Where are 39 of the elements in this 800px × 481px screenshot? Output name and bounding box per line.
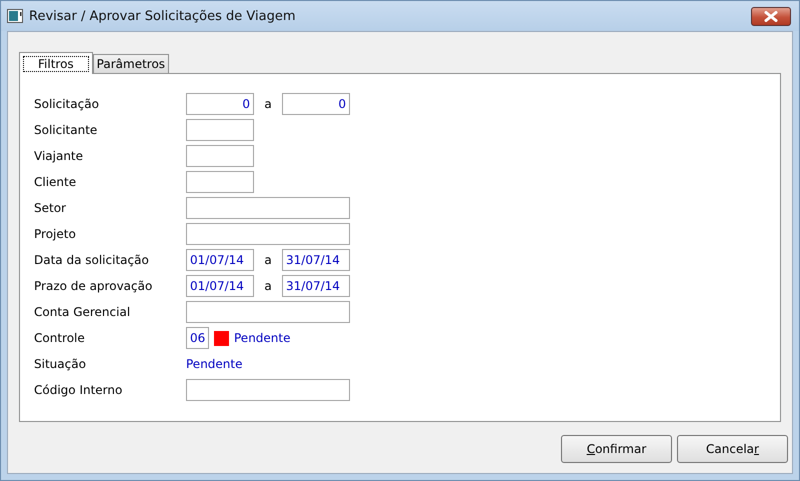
field-label: Viajante bbox=[34, 149, 84, 163]
field-label: Solicitante bbox=[34, 123, 98, 137]
field-label: Situação bbox=[34, 357, 87, 371]
input-field[interactable] bbox=[186, 119, 254, 141]
input-field[interactable] bbox=[186, 171, 254, 193]
dialog-button[interactable]: Cancelar bbox=[677, 434, 788, 462]
field-label: Solicitação bbox=[34, 97, 100, 111]
input-field[interactable]: 06 bbox=[186, 327, 209, 349]
dialog-button[interactable]: Confirmar bbox=[561, 434, 672, 462]
field-label: Código Interno bbox=[34, 383, 124, 397]
input-field[interactable]: 31/07/14 bbox=[282, 275, 350, 297]
close-button[interactable] bbox=[751, 6, 791, 26]
input-field[interactable] bbox=[186, 145, 254, 167]
field-label: Setor bbox=[34, 201, 67, 215]
status-text: Pendente bbox=[186, 357, 242, 371]
field-label: Projeto bbox=[34, 227, 77, 241]
input-field[interactable]: 0 bbox=[282, 93, 350, 115]
field-label: Controle bbox=[34, 331, 86, 345]
tab[interactable]: Filtros bbox=[19, 52, 93, 74]
field-label: Prazo de aprovação bbox=[34, 279, 154, 293]
input-field[interactable]: 0 bbox=[186, 93, 254, 115]
input-field[interactable]: 01/07/14 bbox=[186, 249, 254, 271]
field-label: Conta Gerencial bbox=[34, 305, 132, 319]
app-icon bbox=[7, 9, 23, 23]
tab[interactable]: Parâmetros bbox=[92, 54, 170, 73]
input-field[interactable] bbox=[186, 379, 350, 401]
input-field[interactable] bbox=[186, 223, 350, 245]
input-field[interactable] bbox=[186, 301, 350, 323]
input-field[interactable]: 31/07/14 bbox=[282, 249, 350, 271]
close-icon bbox=[764, 10, 778, 22]
range-separator: a bbox=[263, 97, 273, 111]
status-text: Pendente bbox=[234, 331, 290, 345]
field-label: Cliente bbox=[34, 175, 78, 189]
range-separator: a bbox=[263, 253, 273, 267]
input-field[interactable] bbox=[186, 197, 350, 219]
window-title: Revisar / Aprovar Solicitações de Viagem bbox=[29, 8, 297, 24]
field-label: Data da solicitação bbox=[34, 253, 150, 267]
input-field[interactable]: 01/07/14 bbox=[186, 275, 254, 297]
range-separator: a bbox=[263, 279, 273, 293]
